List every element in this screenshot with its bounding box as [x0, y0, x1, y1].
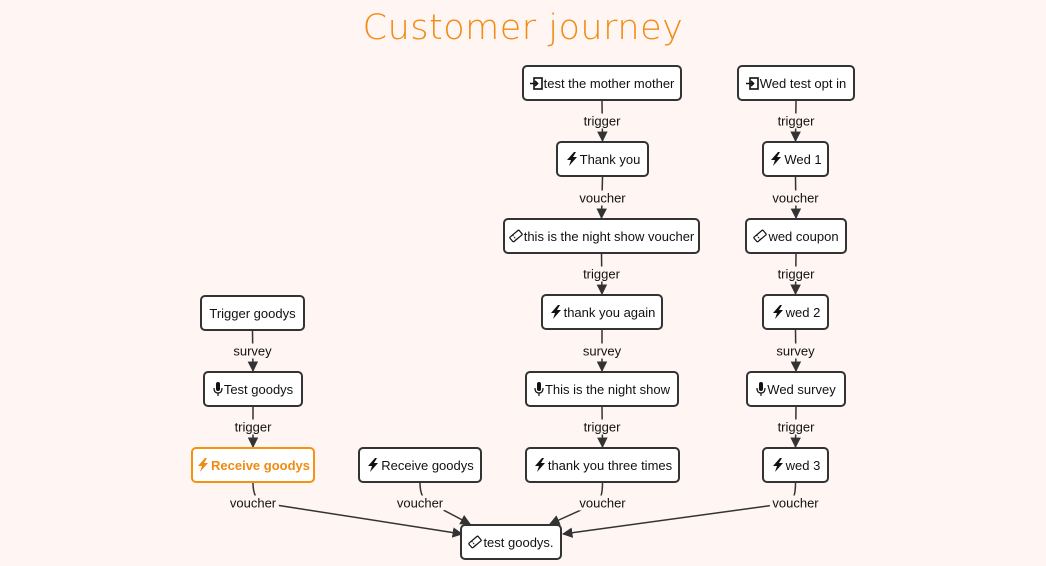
- node-label: this is the night show voucher: [523, 228, 695, 244]
- edge-label: trigger: [580, 419, 624, 435]
- edge-label: trigger: [580, 113, 624, 129]
- edge-label: voucher: [393, 495, 447, 511]
- node-label: Wed 1: [784, 151, 822, 167]
- node-label: Test goodys: [223, 381, 294, 397]
- edge-label: voucher: [226, 495, 280, 511]
- journey-node[interactable]: wed coupon: [745, 218, 847, 254]
- journey-node[interactable]: wed 2: [762, 294, 829, 330]
- lightning-icon: [771, 305, 785, 319]
- node-label: Receive goodys: [211, 457, 310, 473]
- ticket-icon: [509, 229, 523, 243]
- edge-label: trigger: [774, 266, 818, 282]
- journey-node[interactable]: this is the night show voucher: [503, 218, 700, 254]
- node-label: wed 2: [785, 304, 821, 320]
- node-label: thank you again: [563, 304, 656, 320]
- ticket-icon: [753, 229, 768, 243]
- node-label: test goodys.: [483, 534, 554, 550]
- microphone-icon: [213, 382, 223, 396]
- edge-label: trigger: [774, 113, 818, 129]
- node-label: wed 3: [785, 457, 821, 473]
- node-label: Wed survey: [767, 381, 836, 397]
- edge-label: survey: [230, 343, 275, 359]
- edge-label: voucher: [576, 190, 629, 205]
- journey-node[interactable]: Thank you: [556, 141, 649, 177]
- edge-label: trigger: [231, 419, 275, 435]
- journey-node[interactable]: test the mother mother: [522, 65, 682, 101]
- lightning-icon: [549, 305, 563, 319]
- node-label: Thank you: [579, 151, 641, 167]
- lightning-icon: [565, 152, 579, 166]
- journey-node[interactable]: thank you three times: [525, 447, 680, 483]
- node-label: Receive goodys: [381, 457, 474, 473]
- journey-node[interactable]: test goodys.: [460, 524, 562, 560]
- edge-label: trigger: [774, 419, 818, 435]
- lightning-icon: [769, 152, 783, 166]
- journey-node[interactable]: Wed survey: [746, 371, 846, 407]
- journey-node[interactable]: Wed 1: [762, 141, 829, 177]
- node-label: This is the night show: [544, 381, 670, 397]
- lightning-icon: [771, 458, 785, 472]
- ticket-icon: [468, 535, 483, 549]
- node-label: wed coupon: [768, 228, 839, 244]
- journey-node[interactable]: Test goodys: [203, 371, 303, 407]
- lightning-icon: [533, 458, 547, 472]
- entry-icon: [745, 76, 759, 90]
- edge-label: voucher: [769, 190, 822, 205]
- edge-label: survey: [579, 343, 625, 358]
- lightning-icon: [196, 458, 210, 472]
- journey-node[interactable]: thank you again: [541, 294, 663, 330]
- journey-node[interactable]: This is the night show: [525, 371, 679, 407]
- microphone-icon: [756, 382, 766, 396]
- node-label: Trigger goodys: [209, 305, 296, 321]
- journey-node[interactable]: Trigger goodys: [200, 295, 305, 331]
- edge-label: survey: [773, 343, 818, 358]
- journey-node[interactable]: Receive goodys: [191, 447, 315, 483]
- microphone-icon: [534, 382, 544, 396]
- edge-label: voucher: [576, 495, 629, 511]
- journey-node[interactable]: wed 3: [762, 447, 829, 483]
- node-label: Wed test opt in: [759, 75, 847, 91]
- journey-node[interactable]: Wed test opt in: [737, 65, 855, 101]
- node-label: thank you three times: [547, 457, 673, 473]
- edge-label: voucher: [769, 495, 822, 511]
- lightning-icon: [366, 458, 380, 472]
- journey-node[interactable]: Receive goodys: [358, 447, 482, 483]
- node-label: test the mother mother: [543, 75, 675, 91]
- entry-icon: [529, 76, 543, 90]
- edge-label: trigger: [580, 266, 623, 282]
